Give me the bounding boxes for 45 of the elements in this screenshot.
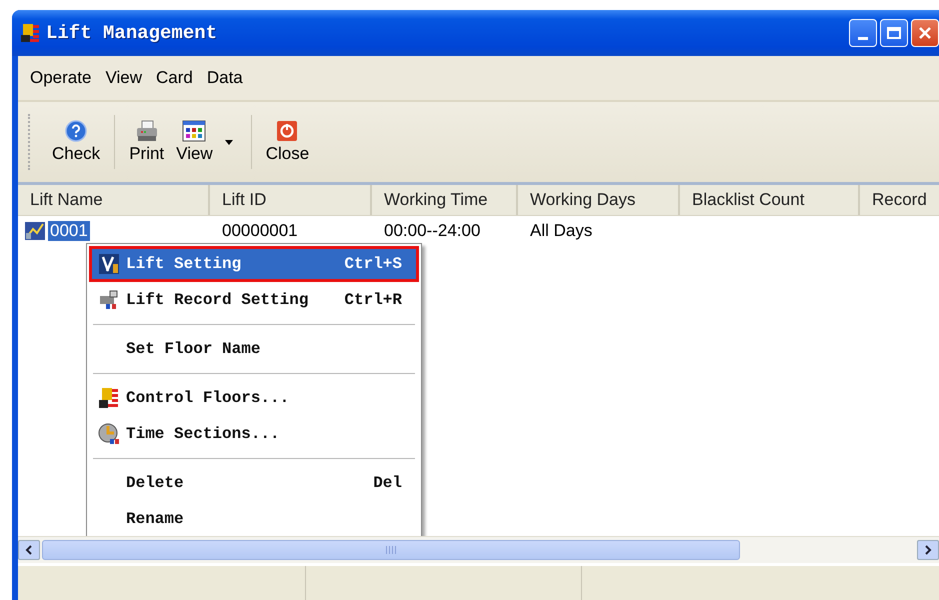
toolbar-button[interactable]: View (170, 116, 219, 168)
menu-item[interactable]: Card (156, 68, 193, 88)
menu-item[interactable]: Lift Setting Ctrl+S (89, 246, 419, 282)
floors-icon (98, 387, 120, 409)
menu-item[interactable]: Data (206, 68, 243, 88)
toolbar-button[interactable]: Print (123, 116, 170, 168)
close-button[interactable] (911, 19, 939, 47)
maximize-button[interactable] (880, 19, 908, 47)
power-icon (276, 120, 298, 142)
tools-icon (98, 253, 120, 275)
clock-gear-icon (98, 423, 120, 445)
menu-item[interactable]: View (105, 68, 142, 88)
table-cell-text: 00000001 (221, 221, 299, 241)
toolbar-button[interactable]: Close (260, 116, 316, 168)
scroll-left-button[interactable] (18, 540, 40, 560)
close-icon (918, 26, 932, 40)
minimize-button[interactable] (849, 19, 877, 47)
horizontal-scrollbar[interactable] (18, 536, 939, 563)
table-cell-text: All Days (529, 221, 594, 241)
table-cell-text: 00:00--24:00 (383, 221, 482, 241)
column-header[interactable]: Record (860, 185, 939, 215)
dropdown-arrow-icon[interactable] (224, 140, 233, 144)
menu-item[interactable]: Control Floors... (89, 380, 419, 416)
menu-item[interactable]: Time Sections... (89, 416, 419, 452)
column-header[interactable]: Lift Name (18, 185, 210, 215)
lift-name[interactable]: 0001 (48, 221, 90, 241)
menu-item[interactable]: Set Floor Name (89, 331, 419, 367)
menu-item[interactable]: Operate (30, 68, 92, 88)
printer-icon (134, 120, 159, 142)
column-header[interactable]: Blacklist Count (680, 185, 860, 215)
grid-view-icon (182, 120, 206, 142)
menu-item[interactable]: Rename (89, 501, 419, 536)
lift-icon (24, 221, 46, 241)
scroll-right-button[interactable] (917, 540, 939, 560)
scroll-thumb[interactable] (42, 540, 740, 560)
machine-icon (98, 290, 120, 310)
column-header[interactable]: Working Time (372, 185, 518, 215)
column-header[interactable]: Lift ID (210, 185, 372, 215)
help-icon (65, 120, 88, 142)
menu-item[interactable]: Lift Record Setting Ctrl+R (89, 282, 419, 318)
window-title: Lift Management (46, 22, 218, 44)
column-header[interactable]: Working Days (518, 185, 680, 215)
menu-item[interactable]: Delete Del (89, 465, 419, 501)
floors-icon (20, 23, 40, 43)
toolbar-button[interactable]: Check (46, 116, 106, 168)
